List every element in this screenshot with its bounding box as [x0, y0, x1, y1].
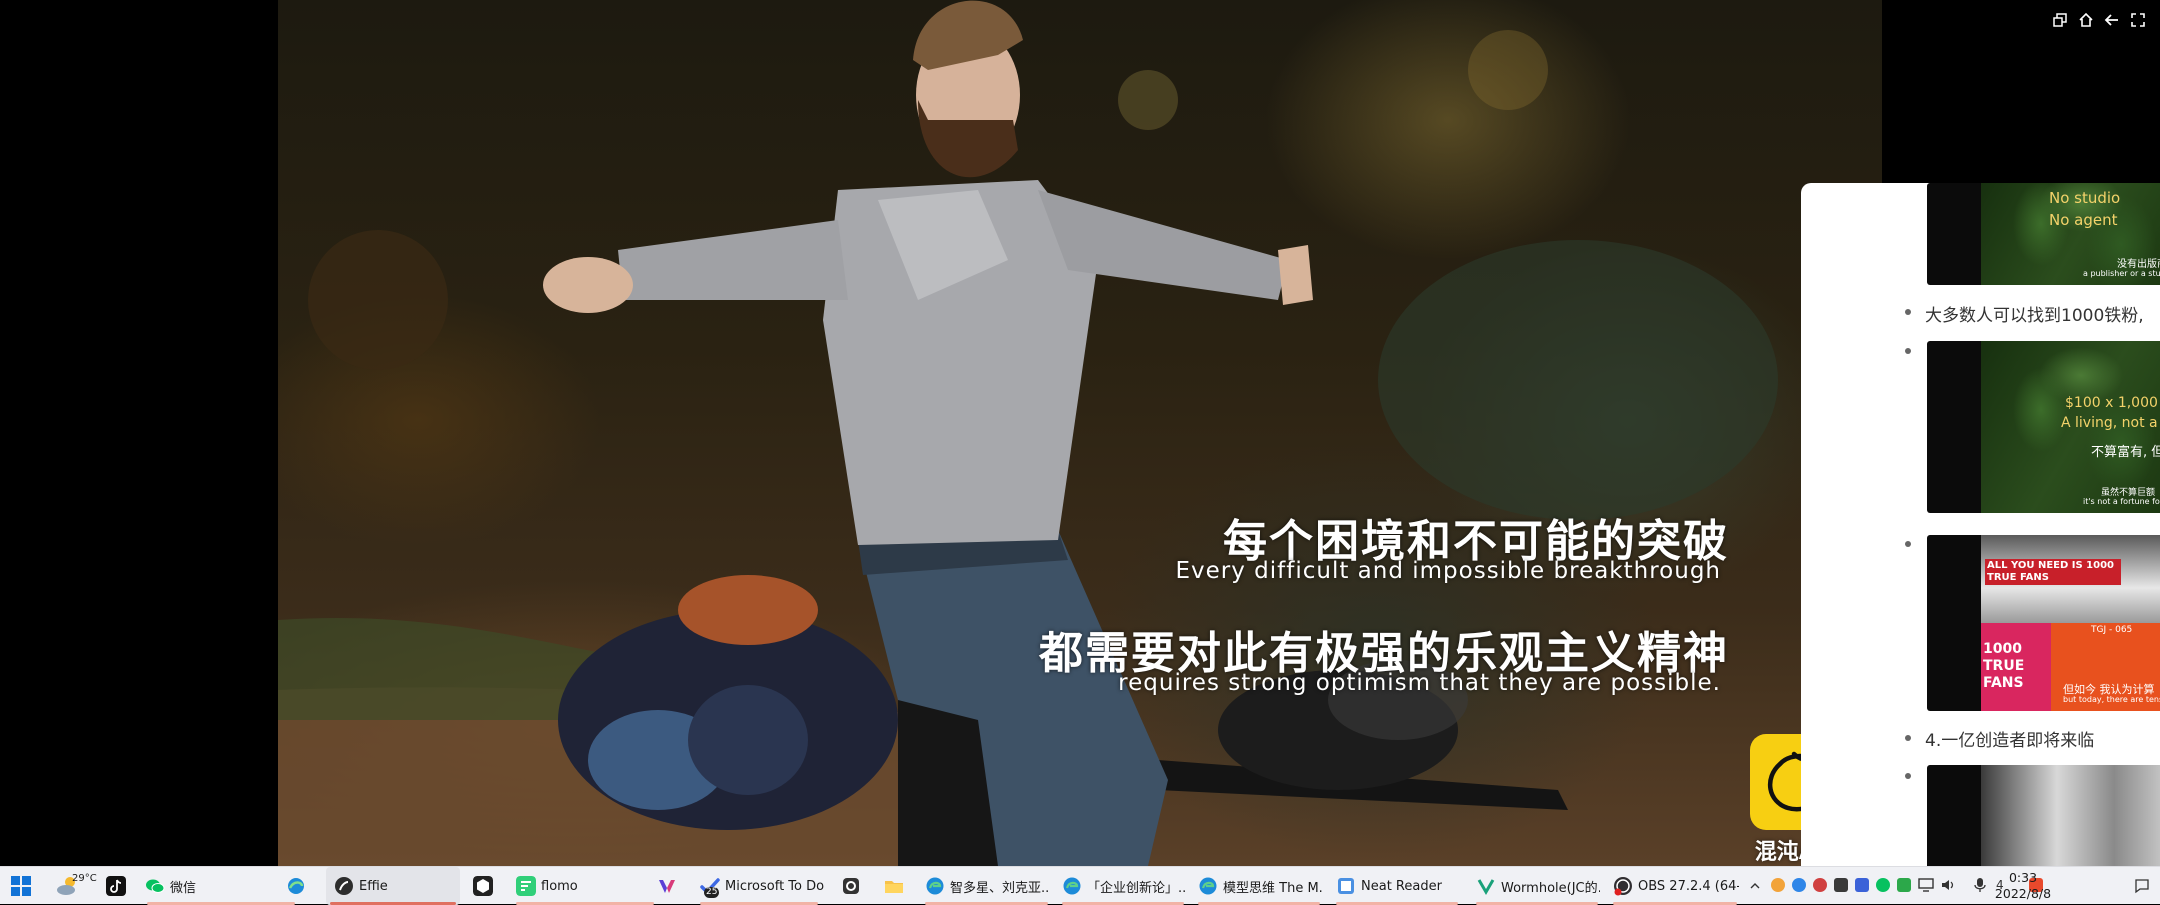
browser-icon [288, 878, 304, 894]
thumb1-caption-cn: 没有出版商 广播或 [2117, 259, 2160, 270]
taskbar-label: OBS 27.2.4 (64-... [1638, 878, 1739, 894]
slide-thumbnail-2[interactable]: $100 x 1,000 = A living, not a 不算富有, 但 虽… [1927, 341, 2160, 513]
taskbar-item-obs[interactable]: OBS 27.2.4 (64-... [1613, 867, 1739, 905]
flomo-icon [516, 876, 536, 896]
thumb2-caption-cn: 不算富有, 但 [2091, 445, 2160, 460]
network-icon[interactable] [1918, 878, 1934, 892]
taskbar-item-wechat[interactable]: 微信 [145, 867, 297, 905]
fullscreen-icon[interactable] [2130, 12, 2146, 28]
player-controls [2052, 12, 2146, 28]
video-frame [278, 0, 1778, 866]
slide-thumbnail-4[interactable] [1927, 765, 2160, 866]
note-text-2: 4.一亿创造者即将来临 [1925, 731, 2095, 751]
taskbar-label: flomo [541, 878, 578, 894]
taskbar-label: Wormhole(JC的... [1501, 880, 1600, 896]
bullet [1905, 348, 1911, 354]
folder-icon [885, 881, 903, 893]
tray-app-icon[interactable] [1855, 878, 1869, 892]
subtitle-english-line-1: Every difficult and impossible breakthro… [1175, 558, 1721, 584]
start-button[interactable] [10, 867, 32, 905]
effie-icon [335, 877, 353, 895]
clock-time: 0:33 [2008, 870, 2038, 885]
taskbar-label: 微信 [170, 880, 197, 896]
tray-wechat-icon[interactable] [1876, 878, 1890, 892]
thumb3-big-title: 1000 TRUE FANS [1983, 641, 2025, 691]
clock[interactable]: 0:33 2022/8/8 [1990, 870, 2056, 902]
thumb2-line1: $100 x 1,000 = [2065, 395, 2160, 411]
tiktok-icon [106, 876, 126, 896]
taskbar-label: 智多星、刘克亚... [950, 880, 1050, 896]
taskbar-label: Effie [359, 878, 388, 894]
obs-icon [1614, 877, 1632, 896]
taskbar-browser-pin[interactable] [286, 867, 306, 905]
taskbar-file-explorer[interactable] [884, 867, 904, 905]
thumb2-sub-en: it's not a fortune for m [2083, 497, 2160, 506]
taskbar-label: 模型思维 The M... [1223, 880, 1322, 896]
home-icon[interactable] [2078, 12, 2094, 28]
clock-date: 2022/8/8 [1994, 886, 2052, 901]
hexagon-app-icon [473, 876, 493, 896]
bullet [1905, 735, 1911, 741]
taskbar-item-neat-reader[interactable]: Neat Reader [1336, 867, 1460, 905]
tray-app-icon[interactable] [1897, 878, 1911, 892]
thumb3-caption-en: but today, there are tens of th [2063, 695, 2160, 704]
bullet [1905, 773, 1911, 779]
weather-temp: 29°C [72, 872, 97, 884]
edge-icon [926, 877, 944, 895]
thumb1-caption-en: a publisher or a studio label or [2083, 269, 2160, 278]
tray-app-icon[interactable] [1834, 878, 1848, 892]
video-player[interactable]: 每个困境和不可能的突破 Every difficult and impossib… [278, 0, 1882, 866]
neat-reader-icon [1338, 878, 1354, 894]
note-text-1: 大多数人可以找到1000铁粉, [1925, 306, 2144, 326]
taskbar-item-edge-1[interactable]: 智多星、刘克亚... [925, 867, 1050, 905]
taskbar-app-pin-capture[interactable] [841, 867, 861, 905]
edge-icon [1199, 877, 1217, 895]
taskbar: 29°C 微信 Effie flomo 25 Microsoft To Do 智… [0, 866, 2160, 905]
slide-thumbnail-3[interactable]: ALL YOU NEED IS 1000 TRUE FANS 1000 TRUE… [1927, 535, 2160, 711]
taskbar-label: Neat Reader [1361, 878, 1442, 894]
subtitle-english-line-2: requires strong optimism that they are p… [1118, 670, 1721, 696]
wormhole-icon [1477, 879, 1495, 895]
taskbar-item-todo[interactable]: 25 Microsoft To Do [700, 867, 840, 905]
taskbar-app-pin[interactable] [473, 867, 493, 905]
taskbar-label: Microsoft To Do [725, 878, 825, 894]
v-app-icon [659, 880, 675, 893]
bullet [1905, 309, 1911, 315]
taskbar-tiktok[interactable] [106, 867, 126, 905]
copy-icon[interactable] [2052, 12, 2068, 28]
microphone-icon[interactable] [1974, 877, 1986, 893]
taskbar-app-pin-v[interactable] [657, 867, 677, 905]
edge-icon [1063, 877, 1081, 895]
notification-icon[interactable] [2134, 878, 2150, 894]
todo-badge: 25 [704, 887, 720, 898]
taskbar-item-edge-2[interactable]: 「企业创新论」... [1062, 867, 1186, 905]
weather-widget[interactable]: 29°C [56, 867, 97, 905]
taskbar-label: 「企业创新论」... [1087, 880, 1186, 896]
speaker-icon[interactable] [1940, 878, 1956, 892]
thumb3-banner: ALL YOU NEED IS 1000 TRUE FANS [1985, 559, 2121, 585]
back-icon[interactable] [2104, 12, 2120, 28]
taskbar-item-wormhole[interactable]: Wormhole(JC的... [1476, 867, 1600, 905]
thumb2-line2: A living, not a [2061, 415, 2158, 431]
slide-thumbnail-1[interactable]: No studio No agent 没有出版商 广播或 a publisher… [1927, 183, 2160, 285]
tray-app-icon[interactable] [1813, 878, 1827, 892]
capture-icon [843, 878, 859, 894]
thumb3-tag: TGJ - 065 [2091, 625, 2133, 635]
tray-app-icon[interactable] [1771, 878, 1785, 892]
notes-panel[interactable]: No studio No agent 没有出版商 广播或 a publisher… [1801, 183, 2160, 866]
taskbar-item-edge-3[interactable]: 模型思维 The M... [1198, 867, 1322, 905]
windows-icon [11, 876, 31, 896]
bullet [1905, 541, 1911, 547]
thumb1-line2: No agent [2049, 211, 2118, 229]
taskbar-item-flomo[interactable]: flomo [516, 867, 656, 905]
taskbar-item-effie[interactable]: Effie [326, 867, 460, 905]
tray-app-icon[interactable] [1792, 878, 1806, 892]
thumb1-line1: No studio [2049, 189, 2121, 207]
wechat-icon [146, 879, 165, 893]
chevron-up-icon[interactable] [1749, 880, 1761, 892]
